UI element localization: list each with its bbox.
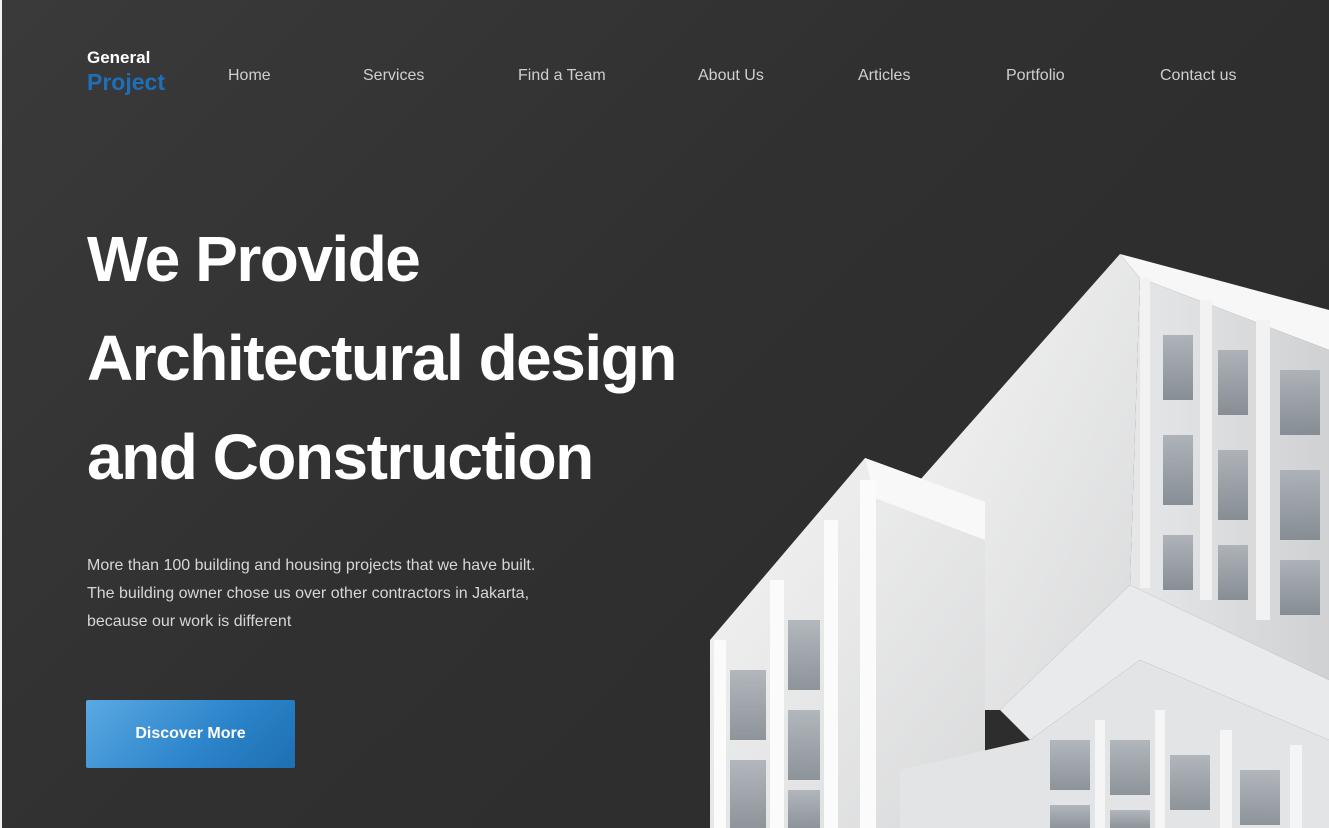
- nav-item-articles[interactable]: Articles: [858, 66, 910, 86]
- hero-description-line: More than 100 building and housing proje…: [87, 557, 536, 574]
- stat-number-peek: ▬▬: [88, 812, 180, 828]
- window-edge: [0, 0, 2, 828]
- hero-title-line: We Provide: [87, 223, 421, 295]
- nav-item-home[interactable]: Home: [228, 66, 271, 86]
- hero-title-line: and Construction: [87, 421, 594, 493]
- nav-item-portfolio[interactable]: Portfolio: [1006, 66, 1065, 86]
- hero-title-line: Architectural design: [87, 322, 677, 394]
- nav-item-about-us[interactable]: About Us: [698, 66, 764, 86]
- nav-item-contact-us[interactable]: Contact us: [1160, 66, 1236, 86]
- hero-description: More than 100 building and housing proje…: [87, 552, 667, 636]
- logo-text-general: General: [87, 48, 151, 67]
- nav-item-services[interactable]: Services: [363, 66, 424, 86]
- logo-text-project: Project: [87, 69, 165, 95]
- landing-page: General Project Home Services Find a Tea…: [0, 0, 1329, 828]
- stat-number-peek: ▬: [382, 812, 428, 828]
- hero-description-line: The building owner chose us over other c…: [87, 585, 530, 602]
- building-image: [710, 254, 1329, 828]
- nav-item-find-a-team[interactable]: Find a Team: [518, 66, 606, 86]
- hero-title: We Provide Architectural design and Cons…: [87, 210, 677, 507]
- stat-number-peek: ▬▬: [236, 812, 328, 828]
- hero-description-line: because our work is different: [87, 613, 292, 630]
- site-logo[interactable]: General Project: [87, 48, 165, 95]
- discover-more-button[interactable]: Discover More: [86, 700, 295, 768]
